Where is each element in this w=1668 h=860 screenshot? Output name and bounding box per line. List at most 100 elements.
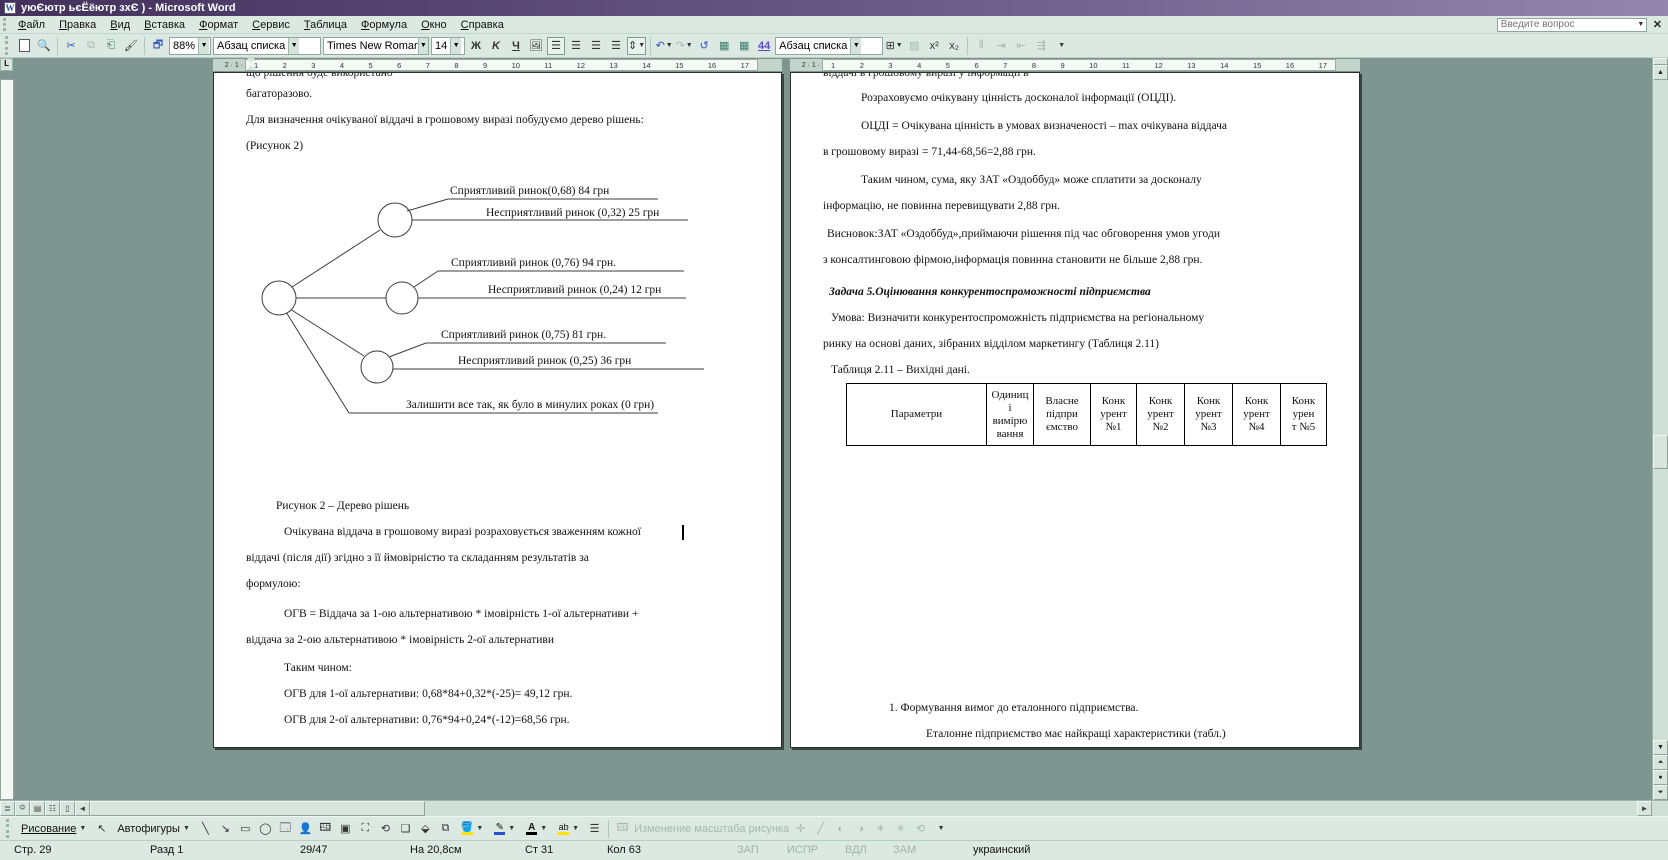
toolbar-grip[interactable] [3, 18, 8, 32]
chevron-down-icon[interactable]: ▼ [288, 38, 299, 54]
reset-picture-icon[interactable]: ⟲ [912, 820, 929, 837]
sort-ascending-icon[interactable]: ⇥ [992, 37, 1010, 55]
select-browse-object-button[interactable]: ● [1653, 770, 1668, 785]
arrow-icon[interactable]: ↘ [217, 820, 234, 837]
insert-excel-table-button[interactable]: ▦ [735, 37, 753, 55]
toolbar-grip[interactable] [6, 819, 11, 837]
menu-item[interactable]: Формат [192, 18, 245, 32]
chevron-down-icon[interactable]: ▼ [540, 825, 547, 832]
styles-and-formatting-button[interactable]: 44 [755, 37, 773, 55]
free-rotate-icon[interactable]: ⟲ [377, 820, 394, 837]
insert-table-button[interactable]: ▦ [715, 37, 733, 55]
border-select[interactable]: ⊞▼ [885, 37, 903, 55]
status-flag-extend-selection[interactable]: ВДЛ [845, 844, 867, 856]
print-preview-button[interactable]: 🔍 [35, 37, 53, 55]
web-layout-view-button[interactable]: 🌣 [15, 801, 30, 816]
bold-button[interactable]: Ж [467, 37, 485, 55]
copy-button[interactable]: ⧉ [82, 37, 100, 55]
oval-icon[interactable]: ◯ [257, 820, 274, 837]
font-size-select[interactable]: 14▼ [431, 37, 465, 55]
chevron-down-icon[interactable]: ▼ [508, 825, 515, 832]
insert-picture-icon[interactable]: 🖽 [317, 820, 334, 837]
chevron-down-icon[interactable]: ▼ [418, 38, 428, 54]
align-center-button[interactable]: ☰ [567, 37, 585, 55]
line-color-button[interactable]: ✎▼ [490, 820, 519, 838]
drawing-menu-button[interactable]: Рисование▼ [17, 820, 90, 838]
brightness-more-icon[interactable]: ☀ [872, 820, 889, 837]
textbox-icon[interactable]: 🗔 [277, 820, 294, 837]
underline-button[interactable]: Ч [507, 37, 525, 55]
next-page-button[interactable]: ⏷ [1653, 785, 1668, 800]
toolbar-grip[interactable] [5, 36, 10, 54]
line-icon[interactable]: ╲ [197, 820, 214, 837]
toolbar-options-button[interactable]: ▼ [932, 820, 949, 837]
print-layout-view-button[interactable]: ▤ [30, 801, 45, 816]
subscript-button[interactable]: x₂ [945, 37, 963, 55]
menu-item[interactable]: Таблица [297, 18, 354, 32]
chevron-down-icon[interactable]: ▼ [850, 38, 861, 54]
rectangle-icon[interactable]: ▭ [237, 820, 254, 837]
vertical-ruler[interactable]: 1234567891011121314151617181920212223242… [0, 79, 14, 800]
status-flag-track-changes[interactable]: ИСПР [787, 844, 818, 856]
select-objects-icon[interactable]: ↖ [93, 820, 110, 837]
distribute-icon[interactable]: ⇶ [1032, 37, 1050, 55]
highlight-color-button[interactable]: ab▼ [554, 820, 583, 838]
vertical-scrollbar[interactable]: ▲ ▼ ⏶ ● ⏷ [1652, 58, 1668, 800]
columns-icon[interactable]: ⦀ [972, 37, 990, 55]
split-handle[interactable] [1653, 58, 1668, 65]
tab-stop-selector[interactable]: L [0, 58, 13, 71]
page-right[interactable]: віддачі в грошовому виразі у інформації … [790, 72, 1360, 748]
status-flag-overtype[interactable]: ЗАМ [893, 844, 916, 856]
scroll-thumb[interactable] [1653, 435, 1668, 469]
menu-item[interactable]: Окно [414, 18, 454, 32]
style-select[interactable]: Абзац списка▼ [213, 37, 321, 55]
new-document-button[interactable] [15, 37, 33, 55]
align-justify-button[interactable]: ☰ [607, 37, 625, 55]
contrast-less-icon[interactable]: ◑ [852, 820, 869, 837]
brightness-less-icon[interactable]: ✳ [892, 820, 909, 837]
italic-button[interactable]: K [487, 37, 505, 55]
page-left[interactable]: що рішення буде використано багаторазово… [213, 72, 782, 748]
scroll-thumb[interactable] [90, 801, 425, 816]
cut-button[interactable]: ✂ [62, 37, 80, 55]
scroll-track[interactable] [90, 801, 1637, 816]
diagram-icon[interactable]: ▣ [337, 820, 354, 837]
menu-item[interactable]: Вид [103, 18, 137, 32]
indent-markers[interactable] [245, 58, 255, 70]
scroll-track[interactable] [1653, 80, 1668, 740]
redo-button[interactable]: ↷▼ [675, 37, 693, 55]
crop-icon[interactable]: ✛ [792, 820, 809, 837]
menu-item[interactable]: Правка [52, 18, 103, 32]
menu-item[interactable]: Вставка [137, 18, 192, 32]
refresh-icon[interactable]: ↺ [695, 37, 713, 55]
insert-picture-button[interactable]: 🖼 [527, 37, 545, 55]
align-right-button[interactable]: ☰ [587, 37, 605, 55]
font-color-button[interactable]: А▼ [522, 820, 551, 838]
undo-button[interactable]: ↶▼ [655, 37, 673, 55]
autoshapes-button[interactable]: Автофигуры▼ [113, 820, 194, 838]
menu-item[interactable]: Сервис [245, 18, 297, 32]
menu-item[interactable]: Файл [11, 18, 52, 32]
align-left-button[interactable]: ☰ [547, 37, 565, 55]
sort-descending-icon[interactable]: ⇤ [1012, 37, 1030, 55]
chevron-down-icon[interactable]: ▼ [198, 38, 209, 54]
contrast-more-icon[interactable]: ◐ [832, 820, 849, 837]
ask-question-box[interactable]: ▼ [1497, 18, 1647, 32]
highlight-button[interactable]: ▨ [905, 37, 923, 55]
shadow-style-icon[interactable]: ❏ [397, 820, 414, 837]
scroll-up-arrow[interactable]: ▲ [1653, 65, 1668, 80]
scroll-right-arrow[interactable]: ► [1637, 801, 1652, 816]
fill-color-button[interactable]: 🪣▼ [457, 820, 487, 838]
format-painter-button[interactable]: 🖌 [122, 37, 140, 55]
reading-view-button[interactable]: ▯ [60, 801, 75, 816]
toolbar-options-button[interactable]: ▼ [1052, 37, 1070, 55]
chevron-down-icon[interactable]: ▼ [476, 825, 483, 832]
outline-view-button[interactable]: ☷ [45, 801, 60, 816]
normal-view-button[interactable]: ≣ [0, 801, 15, 816]
chevron-down-icon[interactable]: ▼ [450, 38, 461, 54]
chevron-down-icon[interactable]: ▼ [1636, 19, 1646, 31]
line-tool-icon[interactable]: ╱ [812, 820, 829, 837]
previous-page-button[interactable]: ⏶ [1653, 755, 1668, 770]
scroll-left-arrow[interactable]: ◄ [75, 801, 90, 816]
ask-question-input[interactable] [1498, 19, 1636, 30]
